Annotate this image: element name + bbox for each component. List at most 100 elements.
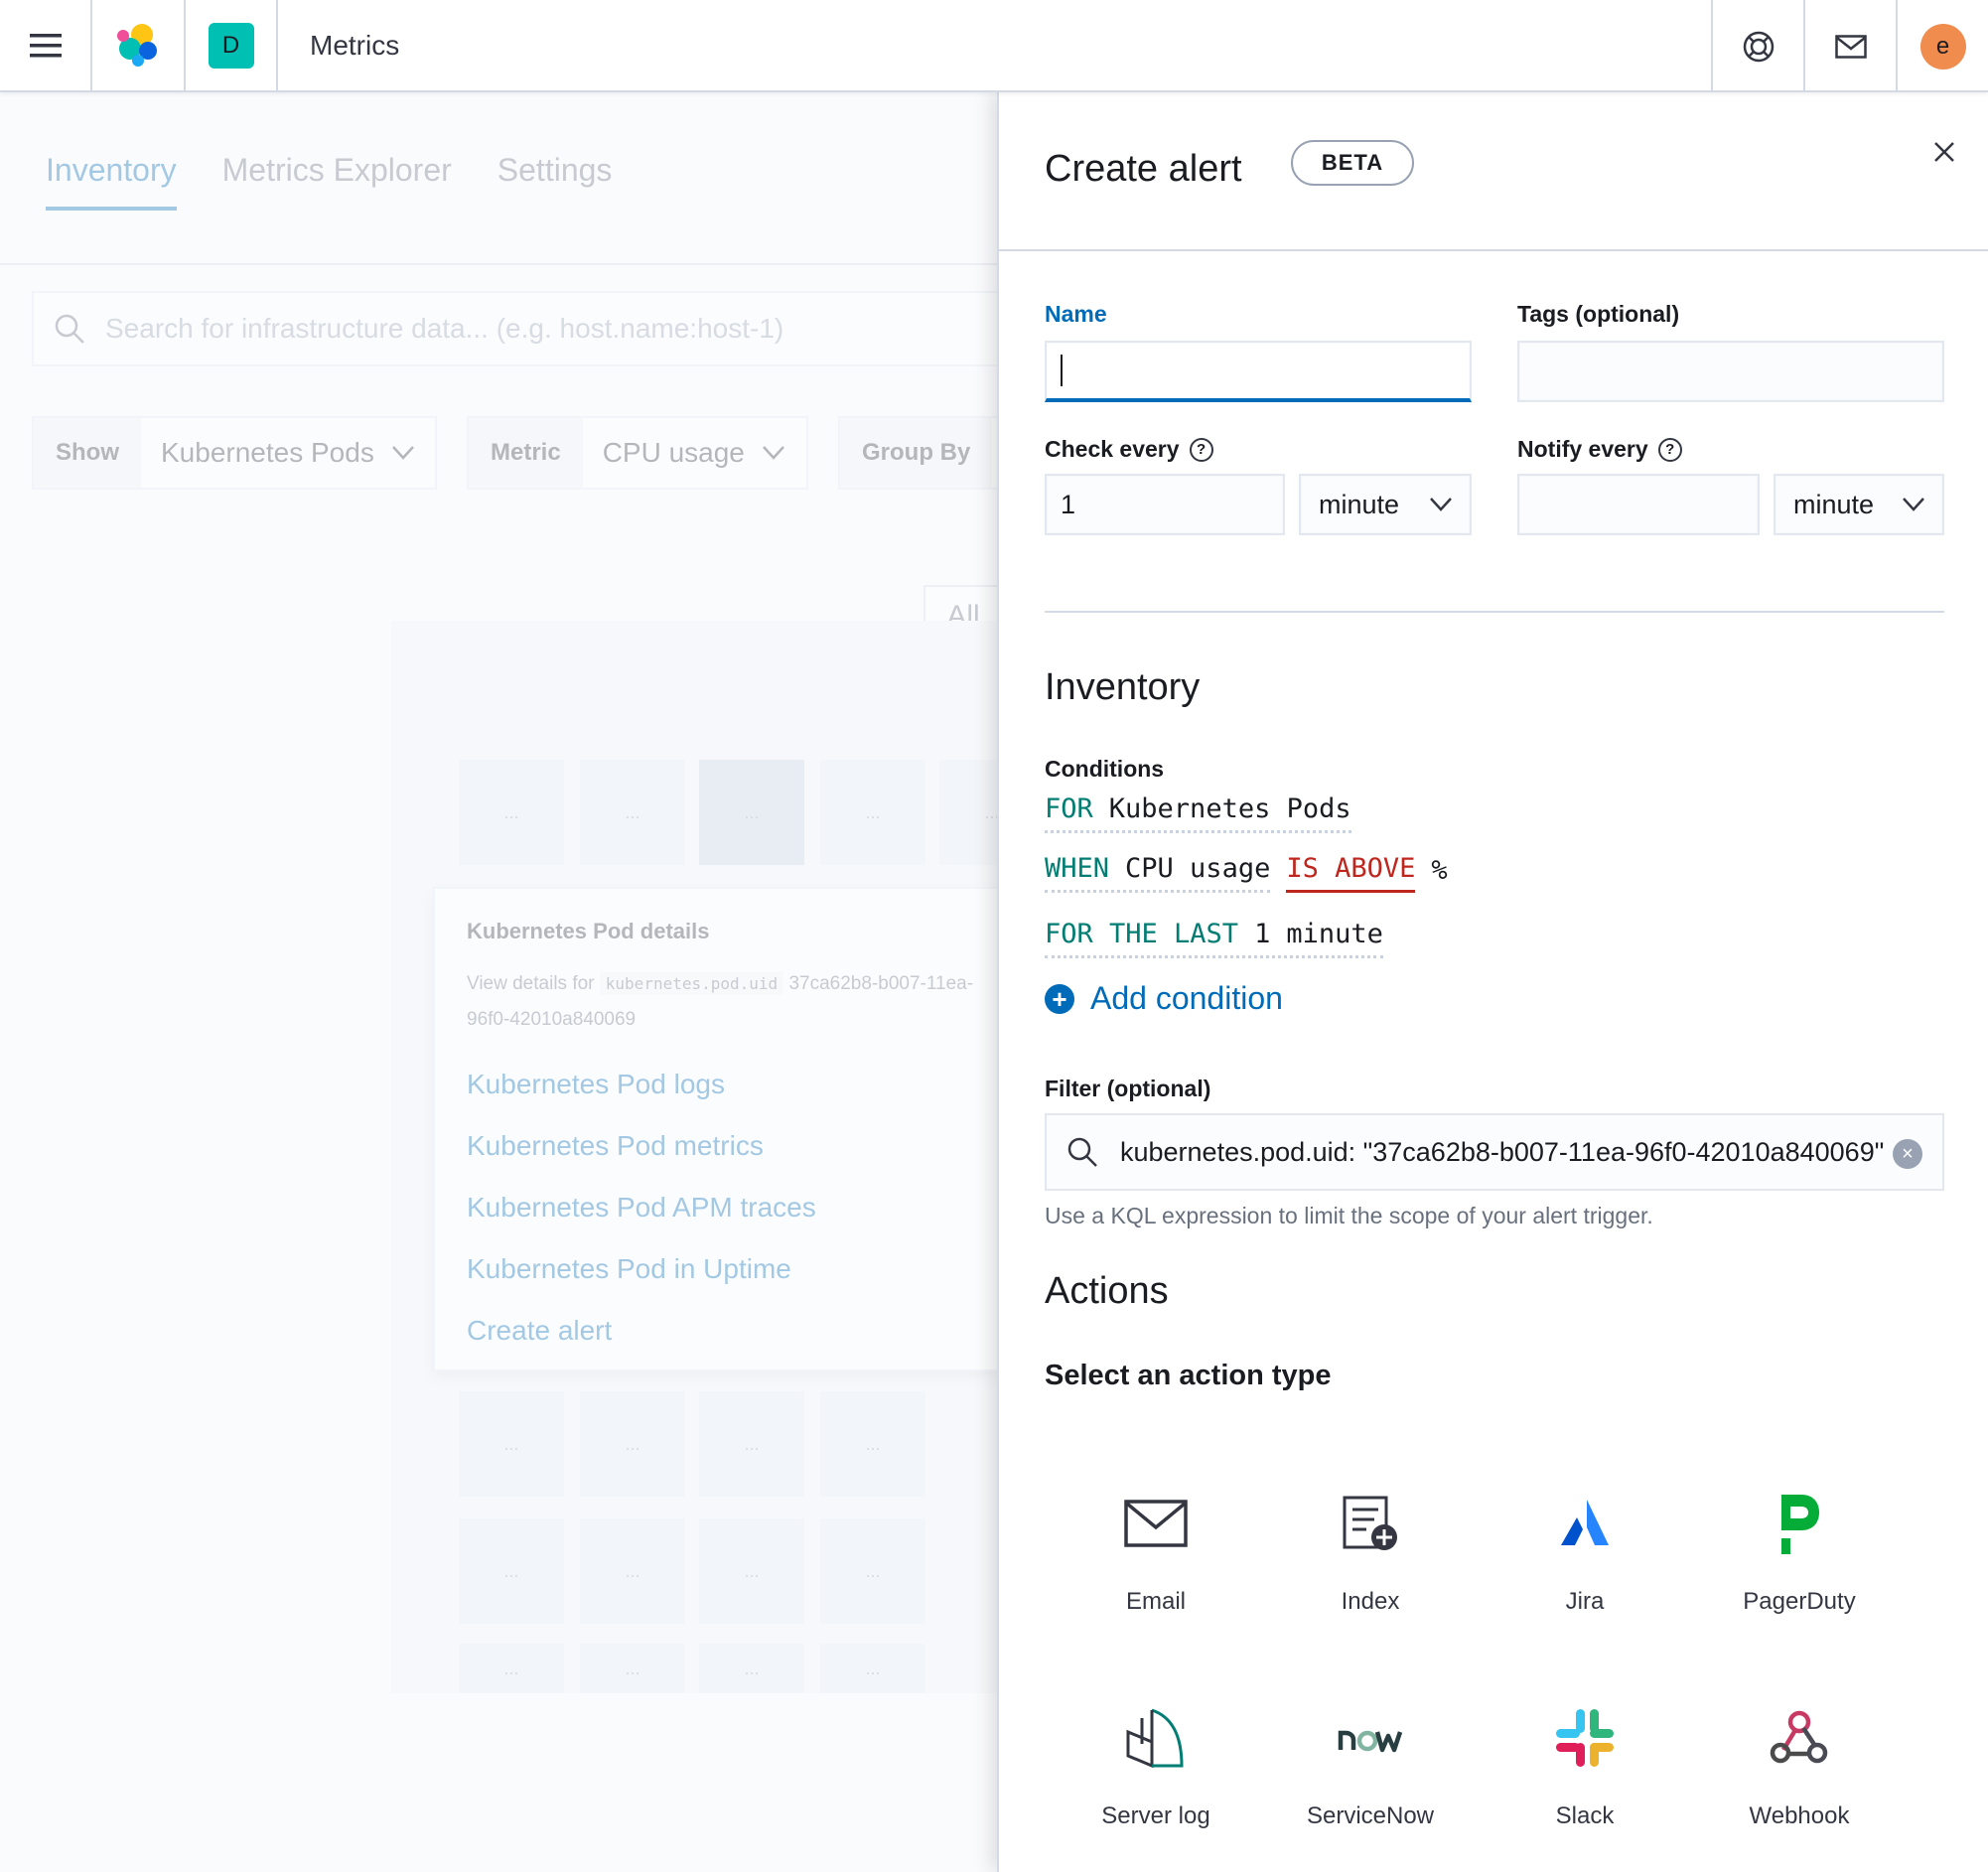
for-node-type-expression[interactable]: FOR Kubernetes Pods bbox=[1045, 793, 1351, 833]
map-tile[interactable]: ... bbox=[699, 1518, 804, 1624]
map-tile[interactable]: ... bbox=[820, 1518, 925, 1624]
popover-desc-prefix: View details for bbox=[467, 973, 595, 994]
server-log-icon bbox=[1126, 1708, 1184, 1769]
group-by-selector[interactable]: Group By bbox=[838, 416, 1007, 490]
pod-details-popover: Kubernetes Pod details View details for … bbox=[433, 887, 1009, 1371]
mail-icon bbox=[1834, 34, 1867, 59]
tab-settings[interactable]: Settings bbox=[497, 152, 613, 211]
pod-logs-link[interactable]: Kubernetes Pod logs bbox=[467, 1054, 975, 1115]
flyout-header: Create alert BETA bbox=[999, 92, 1988, 251]
webhook-icon bbox=[1770, 1710, 1828, 1764]
action-servicenow[interactable]: ServiceNow bbox=[1263, 1693, 1478, 1830]
show-selector[interactable]: Show Kubernetes Pods bbox=[32, 416, 437, 490]
tags-label: Tags (optional) bbox=[1517, 301, 1680, 327]
clear-filter-icon[interactable]: × bbox=[1893, 1139, 1922, 1169]
map-tile[interactable]: ... bbox=[820, 1391, 925, 1497]
check-every-value: 1 bbox=[1061, 489, 1076, 519]
notify-every-text: Notify every bbox=[1517, 436, 1648, 462]
help-lifebuoy-icon bbox=[1743, 31, 1774, 62]
elastic-logo[interactable] bbox=[92, 0, 186, 91]
check-every-input[interactable]: 1 bbox=[1045, 474, 1285, 535]
for-the-last-number: 1 bbox=[1254, 919, 1271, 949]
action-jira-label: Jira bbox=[1565, 1588, 1605, 1615]
map-tile[interactable]: ... bbox=[699, 1391, 804, 1497]
tabs-divider bbox=[0, 263, 997, 265]
slack-icon bbox=[1556, 1709, 1614, 1767]
name-label: Name bbox=[1045, 301, 1107, 327]
section-divider bbox=[1045, 611, 1944, 613]
action-server-log[interactable]: Server log bbox=[1049, 1693, 1263, 1830]
close-flyout-button[interactable] bbox=[1924, 132, 1964, 172]
map-tile-selected[interactable]: ... bbox=[699, 760, 804, 865]
for-value: Kubernetes Pods bbox=[1108, 793, 1351, 824]
user-avatar: e bbox=[1919, 23, 1966, 70]
action-index[interactable]: Index bbox=[1263, 1479, 1478, 1616]
question-icon[interactable]: ? bbox=[1189, 437, 1213, 462]
pod-metrics-link[interactable]: Kubernetes Pod metrics bbox=[467, 1115, 975, 1177]
check-every-unit: minute bbox=[1319, 489, 1400, 519]
add-condition-button[interactable]: + Add condition bbox=[1045, 980, 1283, 1017]
help-menu-button[interactable] bbox=[1711, 0, 1803, 92]
check-every-unit-select[interactable]: minute bbox=[1299, 474, 1472, 535]
action-slack-label: Slack bbox=[1555, 1802, 1615, 1829]
map-tile[interactable]: ... bbox=[580, 1518, 685, 1624]
chevron-down-icon bbox=[762, 446, 784, 460]
map-tile[interactable]: ... bbox=[459, 1644, 564, 1693]
group-by-label: Group By bbox=[840, 418, 993, 488]
map-tile[interactable]: ... bbox=[580, 760, 685, 865]
metric-selector[interactable]: Metric CPU usage bbox=[467, 416, 808, 490]
infrastructure-search-input[interactable]: Search for infrastructure data... (e.g. … bbox=[32, 291, 1005, 366]
action-pagerduty[interactable]: PagerDuty bbox=[1692, 1479, 1907, 1616]
action-pagerduty-label: PagerDuty bbox=[1743, 1588, 1856, 1615]
map-tile[interactable]: ... bbox=[580, 1391, 685, 1497]
action-webhook[interactable]: Webhook bbox=[1692, 1693, 1907, 1830]
check-every-text: Check every bbox=[1045, 436, 1180, 462]
map-tile[interactable]: ... bbox=[459, 1391, 564, 1497]
name-input[interactable] bbox=[1045, 341, 1472, 402]
metric-label: Metric bbox=[469, 418, 583, 488]
when-metric-expression: WHEN CPU usage IS ABOVE % bbox=[1045, 853, 1448, 893]
popover-desc-code: kubernetes.pod.uid bbox=[599, 972, 784, 995]
show-label: Show bbox=[34, 418, 141, 488]
filter-help-text: Use a KQL expression to limit the scope … bbox=[1045, 1203, 1653, 1228]
newsfeed-button[interactable] bbox=[1803, 0, 1896, 92]
pod-apm-traces-link[interactable]: Kubernetes Pod APM traces bbox=[467, 1177, 975, 1238]
map-tile[interactable]: ... bbox=[459, 760, 564, 865]
actions-heading: Actions bbox=[1045, 1270, 1169, 1312]
pod-uptime-link[interactable]: Kubernetes Pod in Uptime bbox=[467, 1238, 975, 1300]
notify-every-unit-select[interactable]: minute bbox=[1774, 474, 1944, 535]
action-servicenow-label: ServiceNow bbox=[1306, 1802, 1435, 1829]
chevron-down-icon bbox=[391, 446, 414, 460]
map-tile[interactable]: ... bbox=[580, 1644, 685, 1693]
tags-input[interactable] bbox=[1517, 341, 1944, 402]
notify-every-input[interactable] bbox=[1517, 474, 1760, 535]
action-email[interactable]: Email bbox=[1049, 1479, 1263, 1616]
when-keyword: WHEN bbox=[1045, 853, 1110, 884]
space-selector[interactable]: D bbox=[186, 0, 278, 91]
chevron-down-icon bbox=[1903, 498, 1924, 511]
create-alert-link[interactable]: Create alert bbox=[467, 1300, 975, 1362]
map-tile[interactable]: ... bbox=[820, 760, 925, 865]
app-title: Metrics bbox=[310, 29, 400, 61]
user-menu-button[interactable]: e bbox=[1896, 0, 1988, 92]
map-tile[interactable]: ... bbox=[459, 1518, 564, 1624]
tab-inventory[interactable]: Inventory bbox=[46, 152, 177, 211]
pagerduty-icon bbox=[1781, 1495, 1819, 1554]
menu-button[interactable] bbox=[0, 0, 92, 91]
popover-title: Kubernetes Pod details bbox=[467, 919, 710, 943]
tab-metrics-explorer[interactable]: Metrics Explorer bbox=[222, 152, 452, 211]
map-tile[interactable]: ... bbox=[820, 1644, 925, 1693]
action-slack[interactable]: Slack bbox=[1478, 1693, 1692, 1830]
action-jira[interactable]: Jira bbox=[1478, 1479, 1692, 1616]
servicenow-icon bbox=[1338, 1730, 1403, 1753]
when-metric-selector[interactable]: WHEN CPU usage bbox=[1045, 853, 1271, 893]
for-the-last-expression[interactable]: FOR THE LAST 1 minute bbox=[1045, 919, 1383, 958]
chevron-down-icon bbox=[1430, 498, 1452, 511]
search-placeholder: Search for infrastructure data... (e.g. … bbox=[105, 313, 784, 344]
question-icon[interactable]: ? bbox=[1657, 437, 1682, 462]
select-action-type-heading: Select an action type bbox=[1045, 1360, 1332, 1391]
threshold-comparator[interactable]: IS ABOVE bbox=[1286, 853, 1416, 893]
map-tile[interactable]: ... bbox=[699, 1644, 804, 1693]
filter-input[interactable]: kubernetes.pod.uid: "37ca62b8-b007-11ea-… bbox=[1045, 1113, 1944, 1191]
plus-circle-icon: + bbox=[1045, 983, 1074, 1014]
